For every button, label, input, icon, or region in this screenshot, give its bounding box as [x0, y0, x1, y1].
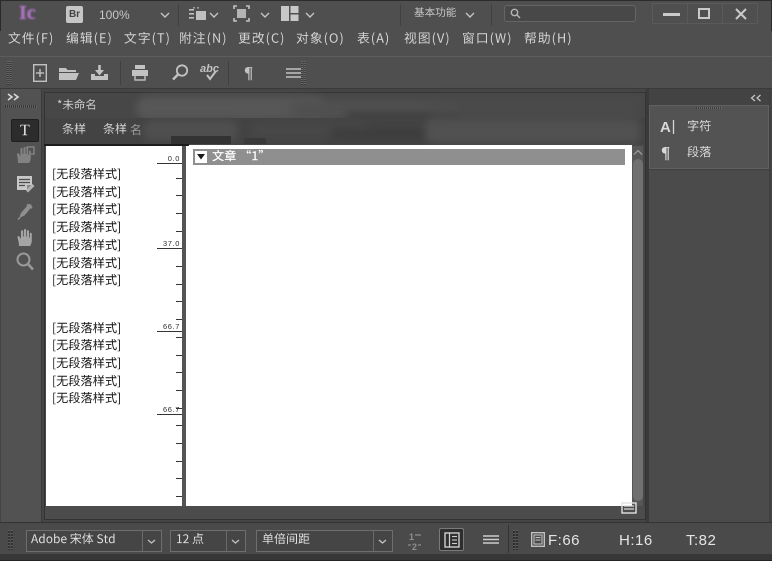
- svg-text:A: A: [660, 119, 671, 136]
- svg-text:¶: ¶: [244, 63, 253, 82]
- svg-text:2: 2: [412, 542, 417, 552]
- svg-text:abc: abc: [200, 63, 219, 75]
- svg-text:1: 1: [409, 532, 414, 542]
- svg-text:¶: ¶: [661, 143, 670, 162]
